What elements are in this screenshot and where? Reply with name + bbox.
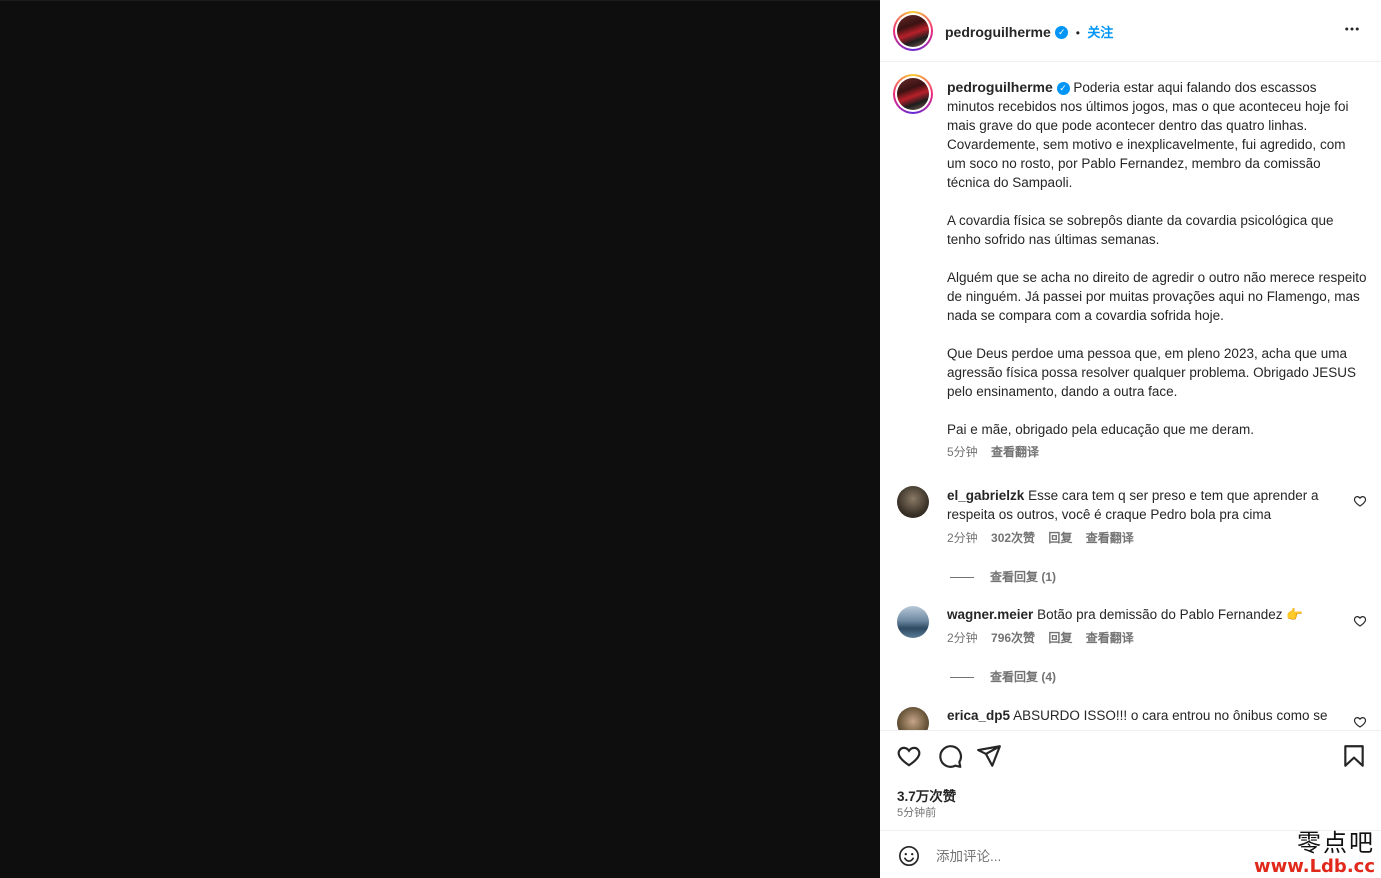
comment-reply-button[interactable]: 回复 (1048, 531, 1072, 545)
caption-paragraph: pedroguilherme ✓ Poderia estar aqui fala… (947, 78, 1367, 192)
emoji-smiley-icon[interactable] (898, 845, 920, 867)
view-replies-button[interactable]: 查看回复 (4) (950, 668, 1056, 685)
comment-time: 2分钟 (947, 531, 978, 545)
comment-like-heart-icon[interactable] (1353, 494, 1367, 508)
header-author-line: pedroguilherme ✓ • 关注 (945, 22, 1113, 42)
caption-time: 5分钟 (947, 445, 978, 459)
comment-text: ABSURDO ISSO!!! o cara entrou no ônibus … (1013, 708, 1328, 723)
caption-username[interactable]: pedroguilherme (947, 79, 1053, 95)
comment-translate-link[interactable]: 查看翻译 (1086, 531, 1134, 545)
bookmark-save-icon[interactable] (1341, 743, 1367, 769)
verified-badge-icon: ✓ (1056, 81, 1070, 95)
caption-paragraph: Alguém que se acha no direito de agredir… (947, 270, 1367, 323)
caption-text-1: Poderia estar aqui falando dos escassos … (947, 80, 1349, 190)
commenter-username[interactable]: el_gabrielzk (947, 488, 1024, 503)
verified-badge-icon: ✓ (1055, 26, 1069, 40)
comment-bubble-icon[interactable] (937, 743, 963, 769)
caption-author-avatar[interactable] (893, 74, 933, 114)
like-heart-icon[interactable] (896, 743, 922, 769)
comment-reply-button[interactable]: 回复 (1048, 631, 1072, 645)
replies-line (950, 577, 974, 579)
comment-body: wagner.meier Botão pra demissão do Pablo… (947, 605, 1343, 648)
comment-translate-link[interactable]: 查看翻译 (1086, 631, 1134, 645)
watermark-url-text: www.Ldb.cc (1254, 856, 1375, 877)
dot-separator: • (1075, 26, 1080, 40)
follow-button[interactable]: 关注 (1087, 25, 1113, 40)
post-side-panel: pedroguilherme ✓ • 关注 pedroguilherme ✓ P… (880, 0, 1381, 878)
comment-text: Botão pra demissão do Pablo Fernandez 👉 (1037, 607, 1304, 622)
author-avatar[interactable] (893, 11, 933, 51)
post-like-count[interactable]: 3.7万次赞 (897, 785, 956, 805)
commenter-username[interactable]: wagner.meier (947, 607, 1033, 622)
comment-body: erica_dp5 ABSURDO ISSO!!! o cara entrou … (947, 706, 1343, 725)
caption-meta: 5分钟 查看翻译 (947, 443, 1367, 462)
view-replies-label: 查看回复 (4) (990, 670, 1057, 684)
caption-paragraph: Pai e mãe, obrigado pela educação que me… (947, 422, 1254, 437)
commenter-avatar[interactable] (897, 486, 929, 518)
media-top-edge (0, 0, 880, 1)
commenter-username[interactable]: erica_dp5 (947, 708, 1010, 723)
comment-item: el_gabrielzk Esse cara tem q ser preso e… (880, 482, 1381, 602)
post-media-viewer[interactable] (0, 0, 880, 878)
caption-paragraph: A covardia física se sobrepôs diante da … (947, 213, 1334, 247)
share-send-icon[interactable] (976, 743, 1002, 769)
caption-translate-link[interactable]: 查看翻译 (991, 445, 1039, 459)
post-timestamp: 5分钟前 (897, 807, 937, 819)
comment-item: erica_dp5 ABSURDO ISSO!!! o cara entrou … (880, 703, 1381, 730)
view-replies-label: 查看回复 (1) (990, 570, 1057, 584)
post-actions-bar: 3.7万次赞 5分钟前 (880, 730, 1381, 830)
commenter-avatar[interactable] (897, 707, 929, 730)
comment-time: 2分钟 (947, 631, 978, 645)
post-header: pedroguilherme ✓ • 关注 (880, 0, 1381, 62)
comment-meta: 2分钟 302次赞 回复 查看翻译 (947, 529, 1343, 548)
replies-line (950, 677, 974, 679)
more-options-icon[interactable] (1343, 20, 1361, 44)
caption-paragraph: Que Deus perdoe uma pessoa que, em pleno… (947, 346, 1356, 399)
comment-body: el_gabrielzk Esse cara tem q ser preso e… (947, 486, 1343, 548)
comment-item: wagner.meier Botão pra demissão do Pablo… (880, 602, 1381, 702)
comment-meta: 2分钟 796次赞 回复 查看翻译 (947, 629, 1343, 648)
post-caption: pedroguilherme ✓ Poderia estar aqui fala… (947, 78, 1367, 462)
view-replies-button[interactable]: 查看回复 (1) (950, 568, 1056, 585)
comment-likes[interactable]: 796次赞 (991, 631, 1035, 645)
site-watermark: 零点吧 www.Ldb.cc (1254, 830, 1375, 878)
commenter-avatar[interactable] (897, 606, 929, 638)
watermark-chinese-text: 零点吧 (1297, 829, 1375, 857)
comment-like-heart-icon[interactable] (1353, 614, 1367, 628)
comment-input[interactable] (936, 843, 1236, 869)
comment-likes[interactable]: 302次赞 (991, 531, 1035, 545)
comments-scroll-area[interactable]: pedroguilherme ✓ Poderia estar aqui fala… (880, 62, 1381, 730)
author-username[interactable]: pedroguilherme (945, 24, 1051, 40)
comment-like-heart-icon[interactable] (1353, 715, 1367, 729)
